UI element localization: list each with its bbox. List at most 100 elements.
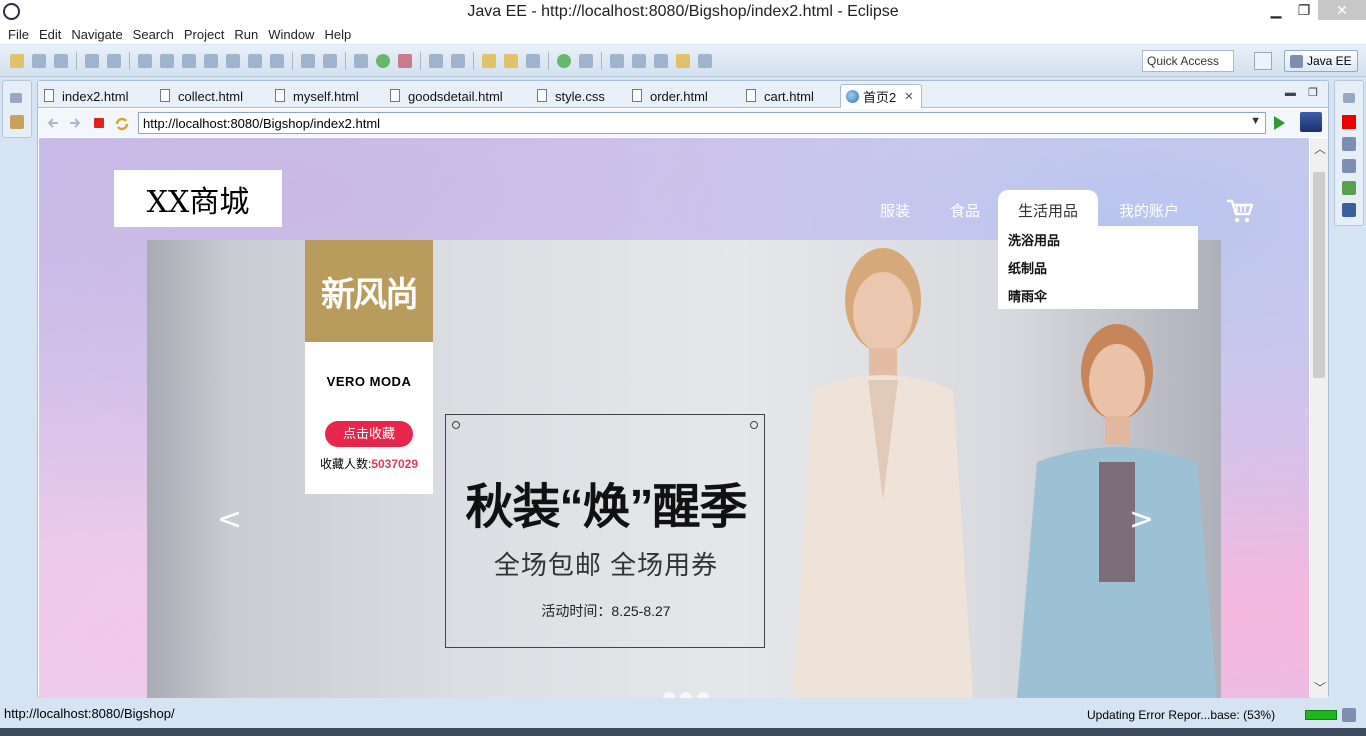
scroll-down-icon[interactable]: ﹀ bbox=[1314, 679, 1326, 696]
forward-icon[interactable] bbox=[68, 116, 82, 130]
tab-index2-html[interactable]: index2.html bbox=[40, 84, 128, 108]
quick-access-field[interactable]: Quick Access bbox=[1142, 50, 1234, 72]
minimize-icon[interactable]: ▁ bbox=[1262, 0, 1290, 20]
close-tab-icon[interactable]: ✕ bbox=[904, 90, 913, 103]
go-icon[interactable] bbox=[1274, 116, 1285, 130]
dropdown-item-paper[interactable]: 纸制品 bbox=[998, 258, 1198, 286]
toolbar-separator bbox=[601, 51, 602, 70]
minimize-view-icon[interactable]: ▬ bbox=[1285, 87, 1296, 99]
url-input[interactable]: http://localhost:8080/Bigshop/index2.htm… bbox=[138, 112, 1266, 134]
maximize-view-icon[interactable]: ❐ bbox=[1308, 87, 1318, 99]
dropdown-item-umbrella[interactable]: 晴雨伞 bbox=[998, 286, 1198, 314]
tab-order-html[interactable]: order.html bbox=[628, 84, 708, 108]
prev-annotation-icon[interactable] bbox=[632, 53, 646, 68]
resume-icon[interactable] bbox=[138, 53, 152, 68]
stop-icon[interactable] bbox=[92, 116, 106, 130]
deploy-icon[interactable] bbox=[323, 53, 337, 68]
step-into-icon[interactable] bbox=[226, 53, 240, 68]
terminal-icon[interactable] bbox=[85, 53, 99, 68]
carousel-prev-icon[interactable]: < bbox=[217, 502, 242, 537]
scroll-up-icon[interactable]: ︿ bbox=[1314, 140, 1326, 157]
tab-myself-html[interactable]: myself.html bbox=[271, 84, 359, 108]
last-edit-icon[interactable] bbox=[654, 53, 668, 68]
background-job-label[interactable]: Updating Error Repor...base: (53%) bbox=[1087, 708, 1275, 722]
nav-clothing[interactable]: 服装 bbox=[865, 190, 925, 230]
forward-icon[interactable] bbox=[698, 53, 712, 68]
refresh-icon[interactable] bbox=[114, 116, 129, 131]
progress-view-icon[interactable] bbox=[1342, 708, 1356, 722]
project-explorer-icon[interactable] bbox=[10, 115, 24, 129]
nav-daily-goods[interactable]: 生活用品 bbox=[998, 190, 1098, 230]
step-over-icon[interactable] bbox=[248, 53, 262, 68]
tab-label: index2.html bbox=[62, 88, 129, 104]
suspend-icon[interactable] bbox=[160, 53, 174, 68]
search-icon[interactable] bbox=[526, 53, 540, 68]
carousel-dot[interactable] bbox=[663, 692, 675, 698]
next-annotation-icon[interactable] bbox=[610, 53, 624, 68]
menu-edit[interactable]: Edit bbox=[35, 27, 67, 42]
web-browser-icon[interactable] bbox=[557, 53, 571, 68]
restore-view-icon[interactable] bbox=[1343, 93, 1355, 103]
properties-icon[interactable] bbox=[1342, 137, 1356, 151]
scrollbar-thumb[interactable] bbox=[1313, 172, 1325, 378]
editor-area: index2.html collect.html myself.html goo… bbox=[37, 80, 1329, 698]
disconnect-icon[interactable] bbox=[204, 53, 218, 68]
console-icon[interactable] bbox=[1342, 203, 1356, 217]
close-icon[interactable]: ✕ bbox=[1318, 0, 1366, 20]
perspective-java-ee-button[interactable]: Java EE bbox=[1284, 50, 1358, 72]
cart-icon[interactable] bbox=[1226, 198, 1254, 224]
favorite-button[interactable]: 点击收藏 bbox=[325, 421, 413, 447]
new-server-icon[interactable] bbox=[429, 53, 443, 68]
new-icon[interactable] bbox=[10, 53, 24, 68]
menu-file[interactable]: File bbox=[4, 27, 35, 42]
chevron-down-icon[interactable]: ▼ bbox=[1250, 115, 1261, 127]
debug-icon[interactable] bbox=[354, 53, 368, 68]
tab-cart-html[interactable]: cart.html bbox=[742, 84, 814, 108]
run-icon[interactable] bbox=[376, 53, 390, 68]
open-external-browser-icon[interactable] bbox=[1300, 112, 1322, 132]
carousel-dot[interactable] bbox=[697, 692, 709, 698]
vertical-scrollbar[interactable]: ︿ ﹀ bbox=[1310, 138, 1328, 698]
menu-window[interactable]: Window bbox=[264, 27, 320, 42]
job-progress-bar[interactable] bbox=[1305, 710, 1337, 720]
file-icon bbox=[160, 89, 170, 102]
menu-run[interactable]: Run bbox=[230, 27, 264, 42]
menu-navigate[interactable]: Navigate bbox=[67, 27, 128, 42]
carousel-dots bbox=[663, 692, 714, 698]
tab-goodsdetail-html[interactable]: goodsdetail.html bbox=[386, 84, 503, 108]
menu-project[interactable]: Project bbox=[180, 27, 230, 42]
tab-browser-home[interactable]: 首页2 ✕ bbox=[840, 84, 923, 108]
data-source-icon[interactable] bbox=[1342, 181, 1356, 195]
favorite-count-label: 收藏人数: bbox=[319, 457, 372, 471]
toolbar-separator bbox=[345, 51, 346, 70]
dropdown-item-bath[interactable]: 洗浴用品 bbox=[998, 230, 1198, 258]
file-icon bbox=[746, 89, 756, 102]
nav-food[interactable]: 食品 bbox=[935, 190, 995, 230]
step-return-icon[interactable] bbox=[270, 53, 284, 68]
open-type-icon[interactable] bbox=[482, 53, 496, 68]
restore-icon[interactable]: ❐ bbox=[1290, 0, 1318, 20]
tab-collect-html[interactable]: collect.html bbox=[156, 84, 243, 108]
menu-search[interactable]: Search bbox=[129, 27, 180, 42]
back-icon[interactable] bbox=[676, 53, 690, 68]
save-icon[interactable] bbox=[32, 53, 46, 68]
terminate-icon[interactable] bbox=[182, 53, 196, 68]
menu-help[interactable]: Help bbox=[320, 27, 357, 42]
tab-style-css[interactable]: style.css bbox=[533, 84, 605, 108]
new-class-icon[interactable] bbox=[451, 53, 465, 68]
open-task-icon[interactable] bbox=[504, 53, 518, 68]
site-logo[interactable]: XX商城 bbox=[114, 170, 282, 227]
save-all-icon[interactable] bbox=[54, 53, 68, 68]
skip-breakpoints-icon[interactable] bbox=[107, 53, 121, 68]
problems-icon[interactable] bbox=[1342, 115, 1356, 129]
annotation-icon[interactable] bbox=[579, 53, 593, 68]
restore-view-icon[interactable] bbox=[10, 93, 22, 103]
open-perspective-icon[interactable] bbox=[1254, 52, 1272, 70]
nav-my-account[interactable]: 我的账户 bbox=[1109, 190, 1189, 230]
external-tools-icon[interactable] bbox=[398, 53, 412, 68]
server-icon[interactable] bbox=[301, 53, 315, 68]
carousel-next-icon[interactable]: > bbox=[1129, 502, 1154, 537]
servers-icon[interactable] bbox=[1342, 159, 1356, 173]
back-icon[interactable] bbox=[46, 116, 60, 130]
carousel-dot[interactable] bbox=[680, 692, 692, 698]
